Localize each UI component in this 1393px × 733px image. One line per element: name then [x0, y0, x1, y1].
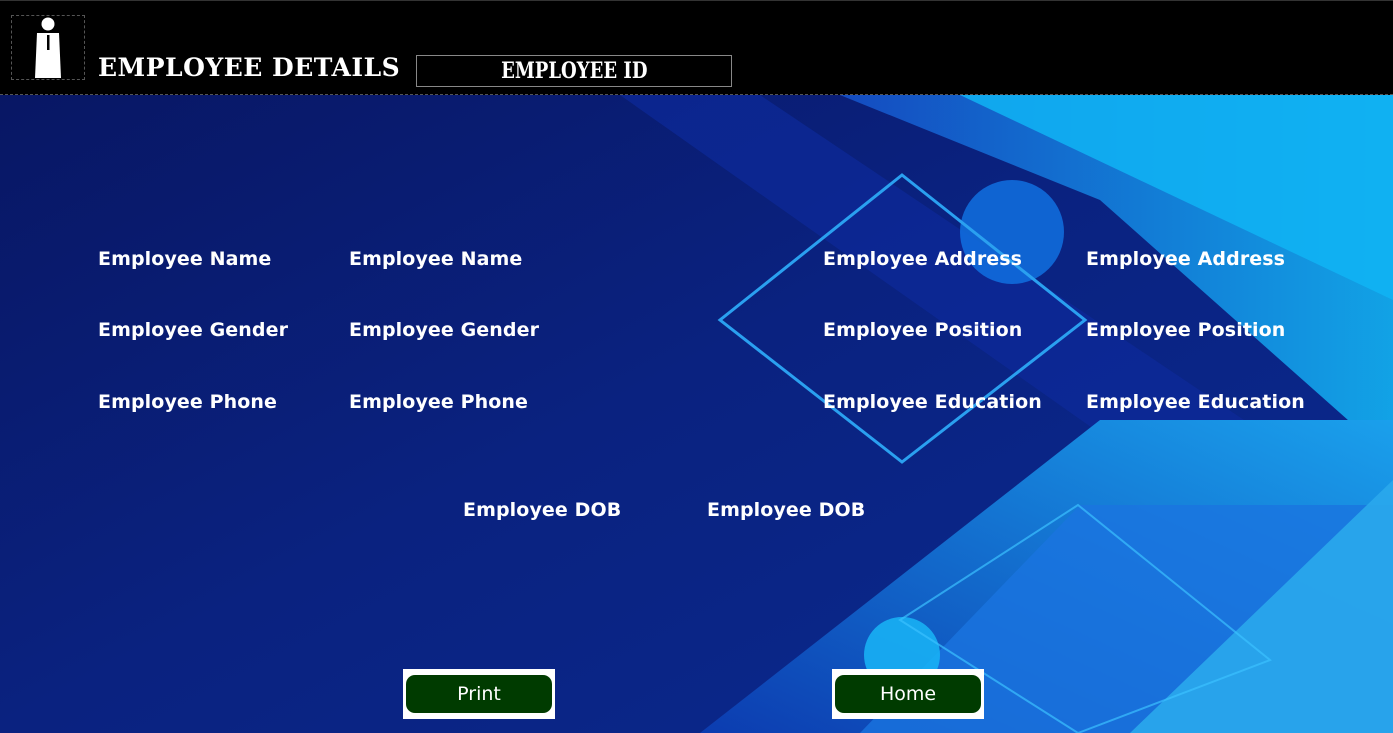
- employee-dob-value: Employee DOB: [707, 499, 866, 521]
- home-button-frame: Home: [832, 669, 984, 719]
- employee-education-label: Employee Education: [823, 391, 1042, 413]
- employee-id-field[interactable]: EMPLOYEE ID: [416, 55, 732, 87]
- page-title: EMPLOYEE DETAILS: [98, 53, 401, 82]
- print-button-frame: Print: [403, 669, 555, 719]
- employee-name-value: Employee Name: [349, 248, 523, 270]
- employee-position-label: Employee Position: [823, 319, 1023, 341]
- print-button[interactable]: Print: [406, 675, 552, 713]
- home-button[interactable]: Home: [835, 675, 981, 713]
- employee-address-label: Employee Address: [823, 248, 1023, 270]
- employee-address-value: Employee Address: [1086, 248, 1286, 270]
- background-graphic: [0, 0, 1393, 733]
- employee-dob-label: Employee DOB: [463, 499, 622, 521]
- employee-name-label: Employee Name: [98, 248, 272, 270]
- employee-phone-label: Employee Phone: [98, 391, 278, 413]
- employee-id-label: EMPLOYEE ID: [500, 58, 648, 84]
- header-bar: EMPLOYEE DETAILS EMPLOYEE ID: [0, 0, 1393, 95]
- employee-education-value: Employee Education: [1086, 391, 1305, 413]
- employee-phone-value: Employee Phone: [349, 391, 529, 413]
- employee-gender-label: Employee Gender: [98, 319, 289, 341]
- employee-position-value: Employee Position: [1086, 319, 1286, 341]
- employee-person-icon: [11, 15, 85, 80]
- employee-gender-value: Employee Gender: [349, 319, 540, 341]
